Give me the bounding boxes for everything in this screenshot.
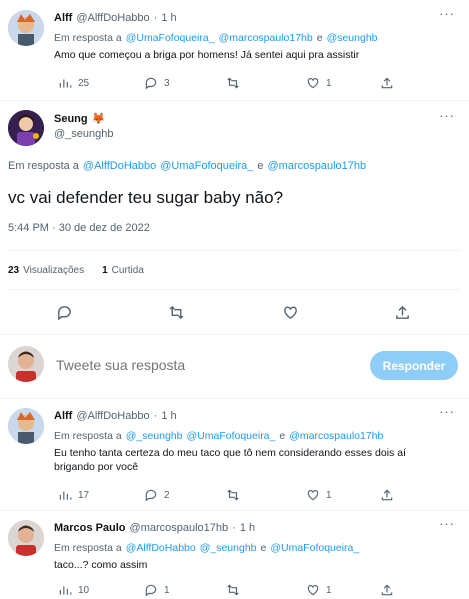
- retweet-action[interactable]: [226, 583, 240, 597]
- tweet-time[interactable]: 1 h: [161, 410, 176, 422]
- fox-emoji-icon: 🦊: [91, 113, 106, 125]
- share-icon: [381, 489, 393, 501]
- views-icon: [59, 491, 72, 500]
- avatar-alff[interactable]: [8, 10, 44, 46]
- tweet-timestamp[interactable]: 5:44 PM · 30 de dez de 2022: [8, 222, 150, 234]
- share-icon: [381, 77, 393, 89]
- reply-action[interactable]: [56, 304, 73, 321]
- author-name[interactable]: Seung: [54, 113, 88, 125]
- more-options-icon[interactable]: ···: [439, 404, 455, 419]
- reply-context: Em resposta a @_seunghb @UmaFofoqueira_ …: [54, 430, 384, 442]
- reply-button[interactable]: Responder: [370, 351, 458, 380]
- share-icon: [381, 584, 393, 596]
- retweet-action[interactable]: [226, 76, 240, 90]
- reply-action[interactable]: 1: [144, 583, 170, 597]
- avatar-marcos[interactable]: [8, 520, 44, 556]
- divider: [8, 250, 461, 251]
- reply-context: Em resposta a @AlffDoHabbo @_seunghb e @…: [54, 542, 360, 554]
- views-count: 23: [8, 265, 20, 276]
- tweet-text-line-2: brigando por você: [54, 461, 139, 473]
- tweet-marcos[interactable]: Marcos Paulo @marcospaulo17hb · 1 h ··· …: [0, 510, 469, 599]
- author-handle[interactable]: @AlffDoHabbo: [76, 410, 149, 422]
- tweet-time[interactable]: 1 h: [240, 522, 255, 534]
- reply-input[interactable]: [56, 354, 346, 376]
- heart-icon: [307, 585, 319, 596]
- avatar-seung[interactable]: [8, 110, 44, 146]
- retweet-action[interactable]: [168, 304, 185, 321]
- retweet-icon: [227, 77, 239, 89]
- tweet-text: Amo que começou a briga por homens! Já s…: [54, 49, 360, 61]
- main-tweet: Seung 🦊 @_seunghb ··· Em resposta a @Alf…: [0, 100, 469, 336]
- reply-context: Em resposta a @UmaFofoqueira_ @marcospau…: [54, 32, 378, 44]
- mention-link[interactable]: @_seunghb: [126, 430, 183, 442]
- engagement-stats: 23 Visualizações 1 Curtida: [8, 265, 144, 276]
- mention-link[interactable]: @seunghb: [327, 32, 378, 44]
- more-options-icon[interactable]: ···: [439, 516, 455, 531]
- author-name[interactable]: Alff: [54, 12, 72, 24]
- author-handle[interactable]: @_seunghb: [54, 128, 114, 140]
- mention-link[interactable]: @UmaFofoqueira_: [126, 32, 215, 44]
- like-action[interactable]: 1: [306, 488, 332, 502]
- share-action[interactable]: [380, 76, 394, 90]
- retweet-icon: [227, 584, 239, 596]
- tweet-text: vc vai defender teu sugar baby não?: [8, 188, 284, 207]
- views-icon: [59, 79, 72, 88]
- share-icon: [396, 305, 409, 319]
- mention-link[interactable]: @UmaFofoqueira_: [187, 430, 276, 442]
- separator-dot: ·: [153, 12, 158, 24]
- mention-link[interactable]: @marcospaulo17hb: [289, 430, 383, 442]
- share-action[interactable]: [380, 488, 394, 502]
- more-options-icon[interactable]: ···: [439, 6, 455, 21]
- views-icon: [59, 586, 72, 595]
- reply-icon: [145, 489, 157, 502]
- mention-link[interactable]: @AlffDoHabbo: [83, 160, 156, 172]
- views-action[interactable]: 25: [58, 76, 89, 90]
- heart-icon: [307, 490, 319, 501]
- mention-link[interactable]: @UmaFofoqueira_: [160, 160, 253, 172]
- retweet-icon: [169, 305, 184, 320]
- reply-icon: [145, 584, 157, 597]
- mention-link[interactable]: @marcospaulo17hb: [268, 160, 367, 172]
- retweet-icon: [227, 489, 239, 501]
- reply-action[interactable]: 3: [144, 76, 170, 90]
- like-action[interactable]: 1: [306, 583, 332, 597]
- mention-link[interactable]: @AlffDoHabbo: [126, 542, 196, 554]
- mention-link[interactable]: @marcospaulo17hb: [219, 32, 313, 44]
- heart-icon: [307, 78, 319, 89]
- likes-count: 1: [102, 265, 108, 276]
- likes-label[interactable]: Curtida: [112, 265, 144, 276]
- avatar-current-user[interactable]: [8, 346, 44, 382]
- separator-dot: ·: [153, 410, 158, 422]
- more-options-icon[interactable]: ···: [439, 108, 455, 123]
- tweet-alff-2[interactable]: Alff @AlffDoHabbo · 1 h ··· Em resposta …: [0, 398, 469, 510]
- like-action[interactable]: 1: [306, 76, 332, 90]
- mention-link[interactable]: @_seunghb: [200, 542, 257, 554]
- tweet-alff-1[interactable]: Alff @AlffDoHabbo · 1 h ··· Em resposta …: [0, 0, 469, 100]
- views-action[interactable]: 10: [58, 583, 89, 597]
- author-handle[interactable]: @AlffDoHabbo: [76, 12, 149, 24]
- tweet-time[interactable]: 1 h: [161, 12, 176, 24]
- reply-icon: [58, 306, 71, 321]
- reply-composer: Responder: [0, 334, 469, 398]
- author-name[interactable]: Marcos Paulo: [54, 522, 126, 534]
- author-name[interactable]: Alff: [54, 410, 72, 422]
- reply-action[interactable]: 2: [144, 488, 170, 502]
- like-action[interactable]: [282, 304, 299, 321]
- divider: [8, 289, 461, 290]
- separator-dot: ·: [232, 522, 236, 534]
- retweet-action[interactable]: [226, 488, 240, 502]
- mention-link[interactable]: @UmaFofoqueira_: [270, 542, 359, 554]
- author-handle[interactable]: @marcospaulo17hb: [130, 522, 229, 534]
- tweet-text: taco...? como assim: [54, 559, 148, 571]
- reply-icon: [145, 77, 157, 90]
- tweet-text-line-1: Eu tenho tanta certeza do meu taco que t…: [54, 447, 406, 459]
- avatar-alff[interactable]: [8, 408, 44, 444]
- heart-icon: [284, 306, 297, 320]
- views-label[interactable]: Visualizações: [23, 265, 84, 276]
- reply-context: Em resposta a @AlffDoHabbo @UmaFofoqueir…: [8, 160, 367, 172]
- views-action[interactable]: 17: [58, 488, 89, 502]
- share-action[interactable]: [380, 583, 394, 597]
- share-action[interactable]: [394, 304, 411, 321]
